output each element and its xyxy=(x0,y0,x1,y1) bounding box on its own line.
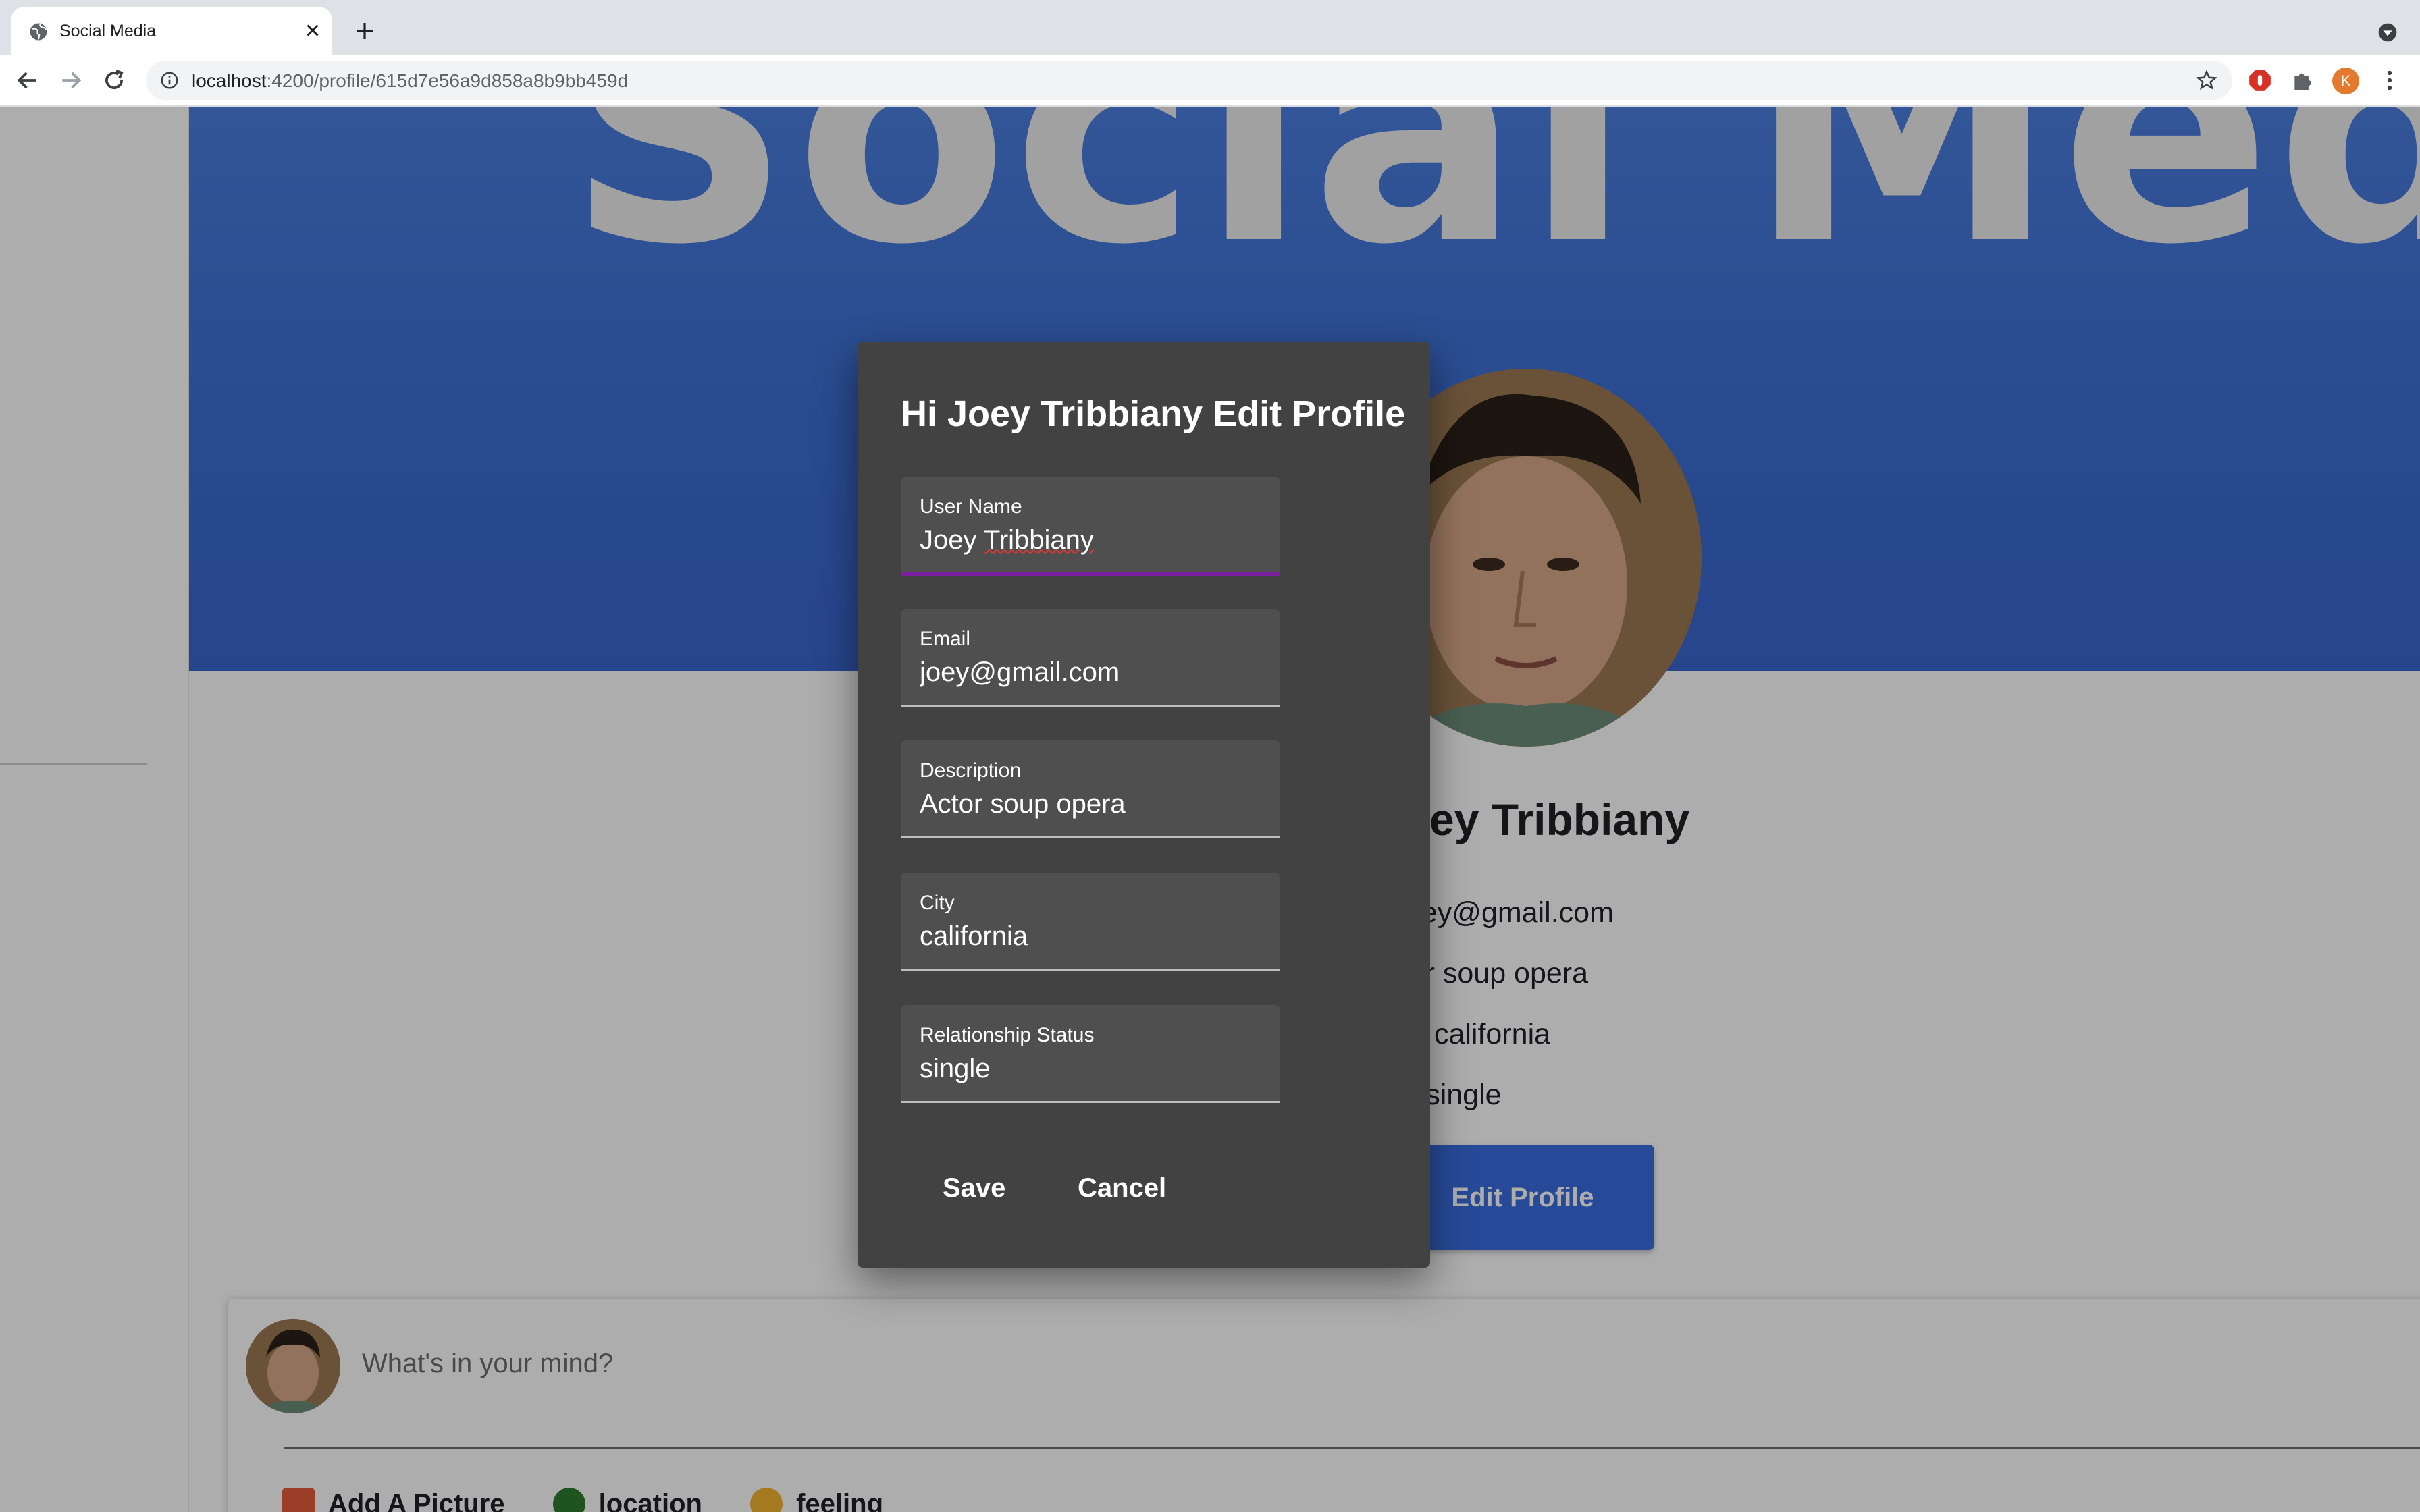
url-text: localhost:4200/profile/615d7e56a9d858a8b… xyxy=(192,70,629,91)
browser-profile-avatar[interactable]: K xyxy=(2332,68,2359,94)
description-label: Description xyxy=(920,759,1022,782)
globe-icon xyxy=(30,23,47,40)
browser-toolbar: localhost:4200/profile/615d7e56a9d858a8b… xyxy=(0,55,2420,107)
email-field[interactable]: Email xyxy=(901,609,1280,707)
edit-profile-dialog: Hi Joey Tribbiany Edit Profile User Name… xyxy=(858,342,1430,1268)
city-input[interactable] xyxy=(920,921,1264,952)
reload-icon[interactable] xyxy=(101,68,127,93)
extensions-puzzle-icon[interactable] xyxy=(2290,68,2316,93)
save-button[interactable]: Save xyxy=(929,1161,1019,1215)
relationship-label: Relationship Status xyxy=(920,1024,1095,1046)
forward-icon[interactable] xyxy=(58,68,84,93)
city-label: City xyxy=(920,892,955,914)
bookmark-star-icon[interactable] xyxy=(2195,69,2218,92)
browser-tab-strip: Social Media xyxy=(0,0,2420,55)
email-label: Email xyxy=(920,628,971,650)
more-menu-icon[interactable] xyxy=(2377,68,2402,93)
description-input[interactable] xyxy=(920,789,1264,819)
new-tab-icon[interactable] xyxy=(354,20,375,42)
close-icon[interactable] xyxy=(302,20,323,40)
misspelled-word: Tribbiany xyxy=(983,525,1094,555)
username-field[interactable]: User Name Joey Tribbiany xyxy=(901,477,1280,576)
adblock-extension-icon[interactable] xyxy=(2247,68,2273,93)
browser-tab[interactable]: Social Media xyxy=(11,7,332,55)
tab-search-icon[interactable] xyxy=(2377,22,2398,43)
cancel-button[interactable]: Cancel xyxy=(1064,1161,1180,1215)
username-value[interactable]: Joey Tribbiany xyxy=(920,525,1264,556)
address-bar[interactable]: localhost:4200/profile/615d7e56a9d858a8b… xyxy=(146,61,2232,100)
tab-title: Social Media xyxy=(59,22,157,40)
relationship-input[interactable] xyxy=(920,1054,1264,1084)
city-field[interactable]: City xyxy=(901,873,1280,971)
email-input[interactable] xyxy=(920,657,1264,688)
info-icon[interactable] xyxy=(159,70,180,90)
back-icon[interactable] xyxy=(15,68,41,93)
description-field[interactable]: Description xyxy=(901,740,1280,838)
dialog-title: Hi Joey Tribbiany Edit Profile xyxy=(901,394,1406,434)
relationship-field[interactable]: Relationship Status xyxy=(901,1005,1280,1103)
username-label: User Name xyxy=(920,495,1022,518)
